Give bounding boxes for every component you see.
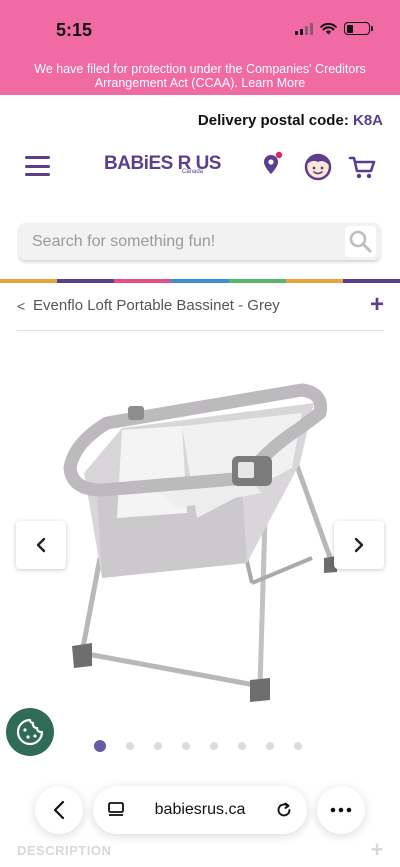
cookie-settings-button[interactable] [6, 708, 54, 756]
breadcrumb-back-icon[interactable]: < [17, 298, 25, 314]
reload-icon[interactable] [275, 801, 293, 819]
page-menu-icon[interactable] [107, 802, 125, 818]
site-header: BABiES R US [0, 140, 400, 196]
rainbow-segment [228, 279, 286, 283]
search-bar[interactable]: Search for something fun! [19, 223, 380, 260]
breadcrumb[interactable]: < Evenflo Loft Portable Bassinet - Grey … [17, 291, 384, 319]
search-button[interactable] [345, 226, 376, 257]
status-bar: 5:15 [0, 0, 400, 58]
status-time: 5:15 [56, 20, 93, 40]
banner-text: We have filed for protection under the C… [34, 62, 366, 90]
rainbow-segment [0, 279, 58, 283]
cellular-signal-icon [295, 22, 313, 35]
divider [17, 330, 384, 331]
browser-more-button[interactable] [317, 786, 365, 834]
menu-icon[interactable] [25, 156, 50, 176]
rainbow-segment [171, 279, 229, 283]
carousel-dot[interactable] [126, 742, 134, 750]
ccaa-notice-banner: We have filed for protection under the C… [0, 58, 400, 95]
browser-toolbar: babiesrus.ca [0, 780, 400, 838]
carousel-next-button[interactable] [334, 521, 384, 569]
carousel-dot[interactable] [266, 742, 274, 750]
delivery-code: K8A [352, 112, 383, 129]
status-icons [295, 22, 373, 35]
carousel-dot[interactable] [94, 740, 106, 752]
browser-back-button[interactable] [35, 786, 83, 834]
delivery-label: Delivery postal code: [197, 112, 349, 129]
carousel-dot[interactable] [238, 742, 246, 750]
cart-icon[interactable] [346, 150, 380, 184]
carousel-dot[interactable] [182, 742, 190, 750]
cookie-icon [16, 718, 44, 746]
carousel-pagination[interactable] [94, 740, 302, 752]
location-pin-icon[interactable] [256, 150, 290, 184]
search-input[interactable]: Search for something fun! [32, 233, 215, 251]
rainbow-segment [57, 279, 115, 283]
breadcrumb-product-title: Evenflo Loft Portable Bassinet - Grey [33, 297, 280, 314]
battery-icon [344, 22, 373, 35]
chevron-right-icon [354, 537, 364, 553]
chevron-left-icon [53, 800, 65, 820]
search-icon [349, 230, 372, 253]
babies-r-us-logo[interactable]: BABiES R US [104, 153, 221, 175]
logo-country: Canada [182, 169, 204, 175]
carousel-dot[interactable] [210, 742, 218, 750]
account-icon[interactable] [301, 150, 335, 184]
learn-more-link[interactable]: Learn More [241, 76, 305, 90]
delivery-postal-code[interactable]: Delivery postal code: K8A [198, 112, 383, 129]
rainbow-divider [0, 279, 400, 283]
more-icon [330, 807, 352, 813]
chevron-left-icon [36, 537, 46, 553]
url-bar[interactable]: babiesrus.ca [93, 786, 307, 834]
rainbow-segment [285, 279, 343, 283]
carousel-dot[interactable] [294, 742, 302, 750]
wifi-icon [320, 22, 337, 35]
product-image-bassinet[interactable] [62, 368, 338, 708]
rainbow-segment [342, 279, 400, 283]
description-label: DESCRIPTION [17, 843, 112, 858]
carousel-prev-button[interactable] [16, 521, 66, 569]
breadcrumb-expand-icon[interactable]: + [370, 291, 384, 319]
description-section[interactable]: DESCRIPTION + [17, 837, 384, 862]
description-expand-icon[interactable]: + [371, 837, 384, 863]
rainbow-segment [114, 279, 172, 283]
url-text[interactable]: babiesrus.ca [155, 801, 246, 819]
carousel-dot[interactable] [154, 742, 162, 750]
